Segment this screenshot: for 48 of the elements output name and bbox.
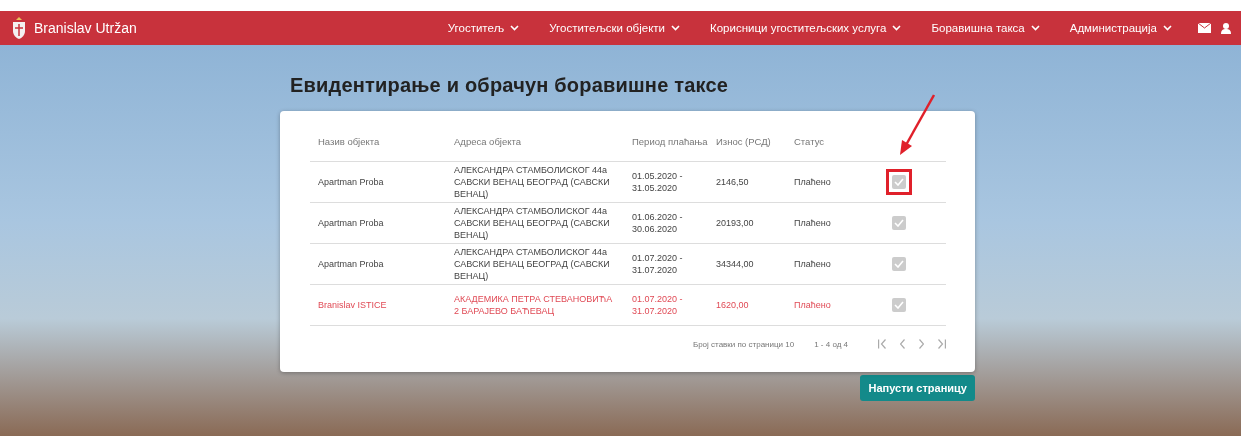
amount-cell-text: 1620,00 xyxy=(716,299,750,311)
chevron-left-icon[interactable] xyxy=(900,339,905,349)
period-cell-text: 01.07.2020 - 31.07.2020 xyxy=(632,252,684,276)
nav-menu-item[interactable]: Администрација xyxy=(1069,22,1172,34)
chevron-right-icon[interactable] xyxy=(919,339,924,349)
chevron-down-icon xyxy=(510,25,520,31)
amount-cell-text: 2146,50 xyxy=(716,176,750,188)
object-name-cell-text: Apartman Proba xyxy=(318,217,385,229)
address-cell-text: АЛЕКСАНДРА СТАМБОЛИСКОГ 44а САВСКИ ВЕНАЦ БЕОГРАД (САВСКИ ВЕНАЦ) xyxy=(454,205,611,241)
column-header: Назив објекта xyxy=(310,121,446,162)
status-cell-text: Плаћено xyxy=(794,217,832,229)
column-header: Износ (РСД) xyxy=(708,121,786,162)
last-page-icon[interactable] xyxy=(938,339,946,349)
chevron-down-icon xyxy=(1163,25,1172,31)
nav-menu-item[interactable]: Боравишна такса xyxy=(931,22,1040,34)
chevron-down-icon xyxy=(671,25,680,31)
nav-menu-item[interactable]: Угоститељски објекти xyxy=(549,22,680,34)
column-header: Статус xyxy=(786,121,862,162)
status-cell-text: Плаћено xyxy=(794,299,832,311)
amount-cell-text: 34344,00 xyxy=(716,258,755,270)
column-header: Период плаћања xyxy=(624,121,708,162)
object-name-cell-text: Apartman Proba xyxy=(318,258,385,270)
nav-menu-item[interactable]: Угоститељ xyxy=(447,22,520,34)
period-cell-text: 01.05.2020 - 31.05.2020 xyxy=(632,170,684,194)
address-cell-text: АЛЕКСАНДРА СТАМБОЛИСКОГ 44а САВСКИ ВЕНАЦ БЕОГРАД (САВСКИ ВЕНАЦ) xyxy=(454,164,611,200)
nav-menu-item[interactable]: Корисници угоститељских услуга xyxy=(710,22,902,34)
user-icon[interactable] xyxy=(1221,22,1231,34)
first-page-icon[interactable] xyxy=(878,339,886,349)
period-cell-text: 01.06.2020 - 30.06.2020 xyxy=(632,211,684,235)
period-cell-text: 01.07.2020 - 31.07.2020 xyxy=(632,293,684,317)
chevron-down-icon xyxy=(892,25,902,31)
user-name: Branislav Utržan xyxy=(34,20,137,36)
object-name-cell-text: Branislav ISTICE xyxy=(318,299,388,311)
items-per-page-label: Број ставки по страници 10 xyxy=(692,339,795,349)
status-cell-text: Плаћено xyxy=(794,258,832,270)
column-header: Адреса објекта xyxy=(446,121,624,162)
chevron-down-icon xyxy=(1030,25,1040,31)
object-name-cell-text: Apartman Proba xyxy=(318,176,385,188)
page-range-label: 1 - 4 од 4 xyxy=(814,339,848,349)
address-cell-text: АЛЕКСАНДРА СТАМБОЛИСКОГ 44а САВСКИ ВЕНАЦ БЕОГРАД (САВСКИ ВЕНАЦ) xyxy=(454,246,611,282)
page-title: Евидентирање и обрачун боравишне таксе xyxy=(290,74,730,97)
status-cell-text: Плаћено xyxy=(794,176,832,188)
mail-icon[interactable] xyxy=(1198,23,1211,33)
annotation-arrow xyxy=(900,94,936,155)
address-cell: АКАДЕМИКА ПЕТРА СТЕВАНОВИЋА 2 БАРАЈЕВО БАЋЕВАЦ xyxy=(454,293,614,317)
leave-page-button[interactable]: Напусти страницу xyxy=(860,375,975,401)
coat-of-arms-icon xyxy=(10,16,28,40)
amount-cell-text: 20193,00 xyxy=(716,217,755,229)
